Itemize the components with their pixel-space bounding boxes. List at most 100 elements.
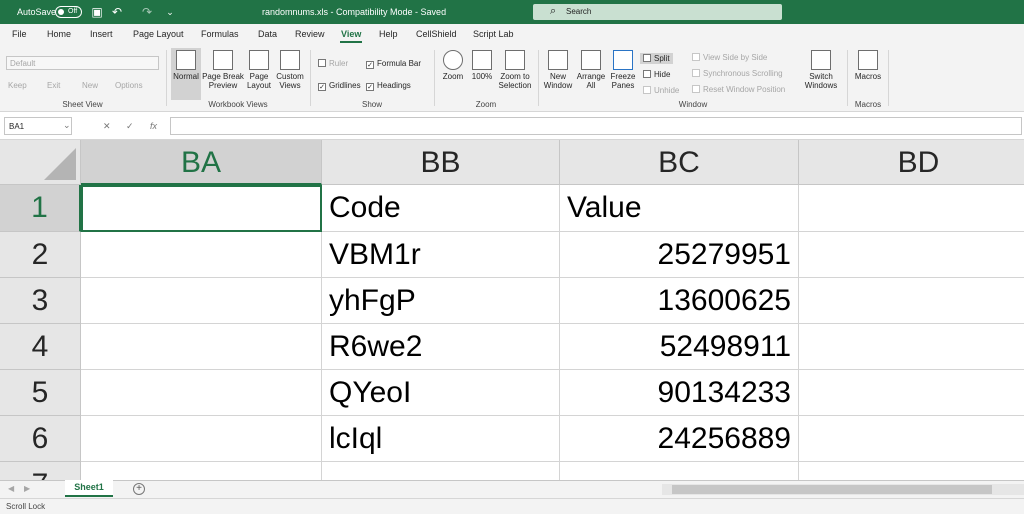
sheet-tab-sheet1[interactable]: Sheet1 bbox=[65, 480, 113, 497]
tab-cellshield[interactable]: CellShield bbox=[416, 29, 457, 39]
cell-bd2[interactable] bbox=[799, 232, 1024, 278]
add-sheet-icon[interactable]: + bbox=[133, 483, 145, 495]
cell-ba3[interactable] bbox=[81, 278, 322, 324]
name-box-dropdown-icon[interactable]: ⌄ bbox=[63, 120, 71, 131]
column-header-bc[interactable]: BC bbox=[560, 140, 799, 185]
cell-ba4[interactable] bbox=[81, 324, 322, 370]
custom-views-label: Custom bbox=[276, 72, 304, 81]
zoom-to-selection-button[interactable]: Zoom to Selection bbox=[496, 48, 534, 100]
cell-ba7[interactable] bbox=[81, 462, 322, 480]
cell-bd5[interactable] bbox=[799, 370, 1024, 416]
cell-bb1[interactable]: Code bbox=[322, 185, 560, 232]
cell-bc6[interactable]: 24256889 bbox=[560, 416, 799, 462]
formula-input[interactable] bbox=[170, 117, 1022, 135]
zoom-100-button[interactable]: 100% bbox=[468, 48, 496, 100]
undo-icon[interactable]: ↶ bbox=[109, 4, 125, 20]
options-button[interactable]: Options bbox=[115, 81, 143, 90]
prev-sheet-icon[interactable]: ◀ bbox=[8, 484, 14, 493]
row-header-3[interactable]: 3 bbox=[0, 278, 81, 324]
keep-button[interactable]: Keep bbox=[8, 81, 27, 90]
tab-page-layout[interactable]: Page Layout bbox=[133, 29, 184, 39]
enter-icon[interactable]: ✓ bbox=[126, 121, 134, 132]
view-side-by-side-button[interactable]: View Side by Side bbox=[692, 53, 767, 62]
cell-bd4[interactable] bbox=[799, 324, 1024, 370]
reset-window-position-button[interactable]: Reset Window Position bbox=[692, 85, 785, 94]
cancel-icon[interactable]: ✕ bbox=[103, 121, 111, 132]
cell-bb5[interactable]: QYeoI bbox=[322, 370, 560, 416]
autosave-toggle[interactable]: Off bbox=[55, 6, 82, 18]
customize-qat-icon[interactable]: ⌄ bbox=[162, 4, 178, 20]
formula-bar-checkbox[interactable]: ✓ Formula Bar bbox=[366, 59, 421, 69]
cell-ba2[interactable] bbox=[81, 232, 322, 278]
cell-bc5[interactable]: 90134233 bbox=[560, 370, 799, 416]
gridlines-checkbox[interactable]: ✓ Gridlines bbox=[318, 81, 361, 91]
status-bar: Scroll Lock bbox=[0, 498, 1024, 514]
new-window-button[interactable]: New Window bbox=[542, 48, 574, 100]
scrollbar-thumb[interactable] bbox=[672, 485, 992, 494]
insert-function-icon[interactable]: fx bbox=[150, 121, 157, 131]
cell-bb3[interactable]: yhFgP bbox=[322, 278, 560, 324]
tab-help[interactable]: Help bbox=[379, 29, 398, 39]
page-layout-button[interactable]: Page Layout bbox=[245, 48, 273, 100]
cell-bc7[interactable] bbox=[560, 462, 799, 480]
title-bar: AutoSave Off ▣ ↶ ↷ ⌄ randomnums.xls - Co… bbox=[0, 0, 1024, 24]
search-icon: ⌕ bbox=[550, 5, 557, 17]
tab-data[interactable]: Data bbox=[258, 29, 277, 39]
zoom-button[interactable]: Zoom bbox=[439, 48, 467, 100]
tab-file[interactable]: File bbox=[12, 29, 27, 39]
switch-windows-button[interactable]: Switch Windows bbox=[802, 48, 840, 100]
next-sheet-icon[interactable]: ▶ bbox=[24, 484, 30, 493]
row-header-4[interactable]: 4 bbox=[0, 324, 81, 370]
custom-views-button[interactable]: Custom Views bbox=[274, 48, 306, 100]
macros-button[interactable]: Macros bbox=[851, 48, 885, 100]
row-header-2[interactable]: 2 bbox=[0, 232, 81, 278]
cell-bd6[interactable] bbox=[799, 416, 1024, 462]
tab-insert[interactable]: Insert bbox=[90, 29, 113, 39]
column-header-bb[interactable]: BB bbox=[322, 140, 560, 185]
cell-bc3[interactable]: 13600625 bbox=[560, 278, 799, 324]
redo-icon[interactable]: ↷ bbox=[139, 4, 155, 20]
tab-formulas[interactable]: Formulas bbox=[201, 29, 239, 39]
horizontal-scrollbar[interactable] bbox=[662, 484, 1024, 495]
row-header-7[interactable]: 7 bbox=[0, 462, 81, 480]
cell-bd7[interactable] bbox=[799, 462, 1024, 480]
switch-windows-icon bbox=[811, 50, 831, 70]
unhide-button[interactable]: Unhide bbox=[643, 86, 679, 95]
search-box[interactable]: ⌕ Search bbox=[533, 4, 782, 20]
split-button[interactable]: Split bbox=[640, 53, 673, 64]
synchronous-scrolling-button[interactable]: Synchronous Scrolling bbox=[692, 69, 783, 78]
cell-bc2[interactable]: 25279951 bbox=[560, 232, 799, 278]
normal-view-button[interactable]: Normal bbox=[171, 48, 201, 100]
tab-review[interactable]: Review bbox=[295, 29, 325, 39]
cell-bd1[interactable] bbox=[799, 185, 1024, 232]
cell-bc4[interactable]: 52498911 bbox=[560, 324, 799, 370]
cell-bb2[interactable]: VBM1r bbox=[322, 232, 560, 278]
tab-home[interactable]: Home bbox=[47, 29, 71, 39]
row-header-6[interactable]: 6 bbox=[0, 416, 81, 462]
sheet-view-dropdown[interactable]: Default bbox=[6, 56, 159, 70]
select-all-button[interactable] bbox=[0, 140, 81, 185]
freeze-panes-button[interactable]: Freeze Panes bbox=[608, 48, 638, 100]
save-icon[interactable]: ▣ bbox=[89, 4, 105, 20]
new-button[interactable]: New bbox=[82, 81, 98, 90]
cell-bb6[interactable]: lcIql bbox=[322, 416, 560, 462]
row-header-1[interactable]: 1 bbox=[0, 185, 81, 232]
cell-ba6[interactable] bbox=[81, 416, 322, 462]
column-header-bd[interactable]: BD bbox=[799, 140, 1024, 185]
ruler-checkbox[interactable]: Ruler bbox=[318, 59, 348, 68]
cell-bd3[interactable] bbox=[799, 278, 1024, 324]
name-box[interactable]: BA1 bbox=[4, 117, 72, 135]
row-header-5[interactable]: 5 bbox=[0, 370, 81, 416]
headings-checkbox[interactable]: ✓ Headings bbox=[366, 81, 411, 91]
cell-bb7[interactable] bbox=[322, 462, 560, 480]
tab-script-lab[interactable]: Script Lab bbox=[473, 29, 514, 39]
hide-button[interactable]: Hide bbox=[643, 70, 670, 79]
column-header-ba[interactable]: BA bbox=[81, 140, 322, 185]
tab-view[interactable]: View bbox=[341, 29, 361, 39]
exit-button[interactable]: Exit bbox=[47, 81, 60, 90]
cell-bc1[interactable]: Value bbox=[560, 185, 799, 232]
cell-ba5[interactable] bbox=[81, 370, 322, 416]
page-break-preview-button[interactable]: Page Break Preview bbox=[202, 48, 244, 100]
cell-bb4[interactable]: R6we2 bbox=[322, 324, 560, 370]
arrange-all-button[interactable]: Arrange All bbox=[575, 48, 607, 100]
